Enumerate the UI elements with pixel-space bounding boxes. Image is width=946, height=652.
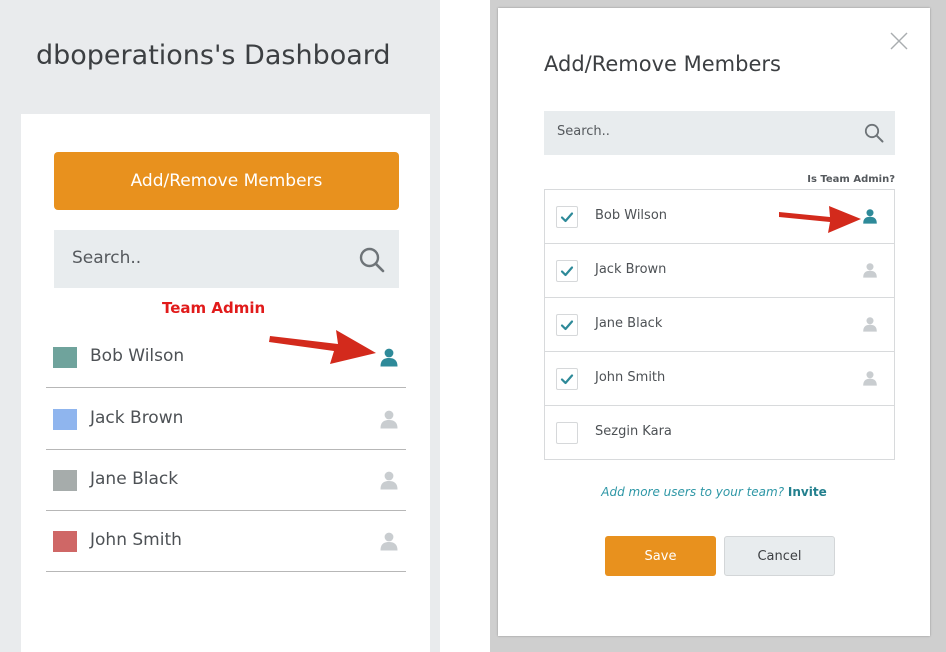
member-name: Sezgin Kara: [595, 424, 672, 439]
dashboard-title: dboperations's Dashboard: [36, 40, 391, 71]
dashboard-panel: dboperations's Dashboard Add/Remove Memb…: [0, 0, 440, 652]
person-icon[interactable]: [379, 347, 399, 367]
modal-search-input[interactable]: Search..: [544, 111, 895, 155]
member-name: Jack Brown: [90, 408, 184, 428]
member-name: Bob Wilson: [595, 208, 668, 223]
member-checkbox[interactable]: [556, 314, 578, 336]
search-icon[interactable]: [863, 122, 885, 144]
check-icon: [560, 212, 574, 223]
member-checkbox[interactable]: [556, 368, 578, 390]
member-name: Jane Black: [90, 469, 179, 489]
modal-member-row[interactable]: Jack Brown: [545, 244, 894, 298]
invite-prompt-text: Add more users to your team?: [601, 485, 785, 499]
member-checkbox[interactable]: [556, 206, 578, 228]
invite-prompt: Add more users to your team? Invite: [498, 485, 930, 499]
is-team-admin-header: Is Team Admin?: [807, 174, 895, 185]
save-button[interactable]: Save: [605, 536, 716, 576]
member-color-swatch: [53, 409, 77, 430]
member-name: Jack Brown: [595, 262, 667, 277]
member-checkbox[interactable]: [556, 422, 578, 444]
search-icon[interactable]: [357, 245, 387, 275]
person-icon[interactable]: [862, 370, 878, 386]
person-icon[interactable]: [379, 531, 399, 551]
dashboard-member-row[interactable]: John Smith: [46, 511, 406, 572]
member-name: John Smith: [90, 530, 182, 550]
member-checkbox[interactable]: [556, 260, 578, 282]
callout-arrow-icon: [779, 206, 861, 233]
team-admin-callout: Team Admin: [162, 299, 266, 317]
check-icon: [560, 320, 574, 331]
check-icon: [560, 374, 574, 385]
invite-link[interactable]: Invite: [788, 485, 827, 499]
modal-search-placeholder: Search..: [557, 124, 610, 139]
member-color-swatch: [53, 470, 77, 491]
person-icon[interactable]: [379, 470, 399, 490]
add-remove-members-button[interactable]: Add/Remove Members: [54, 152, 399, 210]
dashboard-search-input[interactable]: Search..: [54, 230, 399, 288]
member-color-swatch: [53, 531, 77, 552]
check-icon: [560, 266, 574, 277]
dashboard-member-row[interactable]: Jack Brown: [46, 389, 406, 450]
modal-member-row[interactable]: John Smith: [545, 352, 894, 406]
person-icon[interactable]: [862, 316, 878, 332]
member-name: Jane Black: [595, 316, 663, 331]
modal-member-row[interactable]: Jane Black: [545, 298, 894, 352]
modal-member-row[interactable]: Sezgin Kara: [545, 406, 894, 460]
person-icon[interactable]: [862, 262, 878, 278]
add-remove-members-modal: Add/Remove Members Search.. Is Team Admi…: [498, 8, 930, 636]
dashboard-search-placeholder: Search..: [72, 248, 142, 268]
person-icon[interactable]: [379, 409, 399, 429]
member-name: John Smith: [595, 370, 666, 385]
member-color-swatch: [53, 347, 77, 368]
cancel-button[interactable]: Cancel: [724, 536, 835, 576]
member-name: Bob Wilson: [90, 346, 185, 366]
screenshot-stage: dboperations's Dashboard Add/Remove Memb…: [0, 0, 946, 652]
callout-arrow-icon: [269, 330, 376, 364]
close-icon[interactable]: [890, 32, 908, 50]
person-icon[interactable]: [862, 208, 878, 224]
modal-title: Add/Remove Members: [544, 52, 781, 76]
dashboard-member-row[interactable]: Jane Black: [46, 450, 406, 511]
